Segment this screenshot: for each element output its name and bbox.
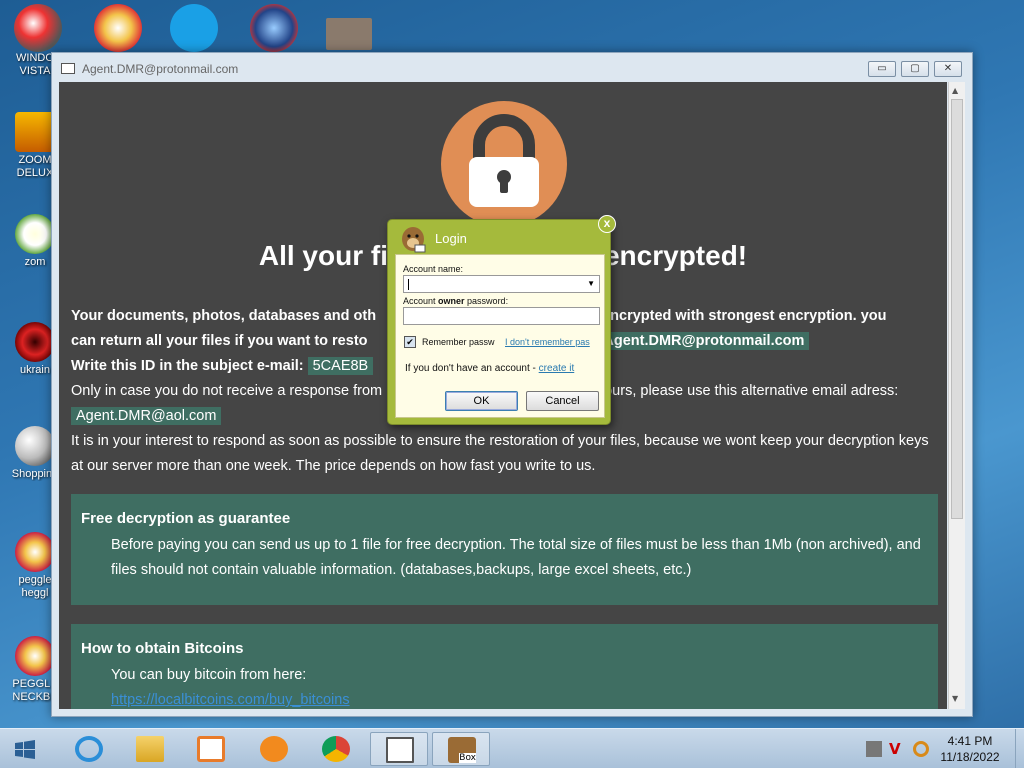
panel-body: You can buy bitcoin from here: [111, 667, 307, 683]
peggle-top-icon[interactable] [14, 4, 62, 52]
media-player-icon [197, 736, 225, 762]
flash-icon [15, 426, 55, 466]
text-caret [408, 279, 409, 290]
panel-body: Before paying you can send us up to 1 fi… [111, 537, 921, 578]
password-label-post: password: [464, 296, 509, 306]
scroll-down-icon[interactable]: ▼ [952, 694, 958, 703]
flower-icon [15, 214, 55, 254]
body-line-1b: encrypted with strongest encryption. you [602, 308, 887, 324]
ie-icon [75, 736, 103, 762]
chrome-icon [322, 736, 350, 762]
ok-button[interactable]: OK [445, 391, 518, 411]
window-icon [61, 63, 75, 74]
forgot-password-link[interactable]: I don't remember pas [505, 337, 603, 347]
window-title: Agent.DMR@protonmail.com [82, 62, 239, 76]
taskbar-app-window[interactable] [370, 732, 428, 766]
maximize-button[interactable]: ▢ [901, 61, 929, 77]
peggle-icon [15, 532, 55, 572]
login-form: Account name: ▼ Account owner password: … [395, 254, 605, 418]
search-tray-icon[interactable] [913, 741, 929, 757]
network-icon[interactable] [866, 741, 882, 757]
bitcoin-panel: How to obtain Bitcoins You can buy bitco… [71, 624, 938, 709]
scroll-up-icon[interactable]: ▲ [952, 86, 958, 95]
clock-time: 4:41 PM [947, 734, 993, 748]
radiation-icon [15, 322, 55, 362]
peggle-icon [15, 636, 55, 676]
taskbar-ie[interactable] [60, 732, 118, 766]
login-close-button[interactable]: x [598, 215, 616, 233]
file-explorer-icon [136, 736, 164, 762]
primary-email[interactable]: Agent.DMR@protonmail.com [598, 332, 810, 350]
headline-left: All your fi [258, 240, 388, 271]
body-line-3: Write this ID in the subject e-mail: [71, 358, 304, 374]
box-label: Box [459, 753, 476, 763]
lock-icon [441, 101, 567, 227]
window-titlebar[interactable]: Agent.DMR@protonmail.com ▭ ▢ ✕ [52, 53, 972, 83]
system-clock[interactable]: 4:41 PM 11/18/2022 [936, 733, 1004, 765]
start-button[interactable] [14, 739, 36, 761]
dropdown-arrow-icon[interactable]: ▼ [587, 279, 595, 288]
victim-id[interactable]: 5CAE8B [307, 357, 374, 375]
taskbar-box[interactable]: Box [432, 732, 490, 766]
photo-icon[interactable] [326, 18, 372, 50]
taskbar-media-player[interactable] [182, 732, 240, 766]
no-account-label: If you don't have an account - [405, 363, 539, 374]
taskbar-ucbrowser[interactable] [245, 732, 303, 766]
skype-icon[interactable] [170, 4, 218, 52]
vertical-scrollbar[interactable]: ▲ ▼ [948, 82, 965, 709]
box-icon: Box [448, 737, 476, 763]
show-desktop-button[interactable] [1015, 729, 1024, 768]
cancel-button[interactable]: Cancel [526, 391, 599, 411]
dog-icon [400, 225, 426, 253]
account-name-field[interactable]: ▼ [403, 275, 600, 293]
password-field[interactable] [403, 307, 600, 325]
taskbar: Box V 4:41 PM 11/18/2022 [0, 728, 1024, 768]
bitcoin-link[interactable]: https://localbitcoins.com/buy_bitcoins [111, 688, 928, 709]
no-account-text: If you don't have an account - create it [405, 363, 574, 374]
body-line-4a: Only in case you do not receive a respon… [71, 383, 383, 399]
body-paragraph-5: It is in your interest to respond as soo… [71, 433, 929, 474]
password-label-bold: owner [438, 296, 465, 306]
headline-right: encrypted! [603, 240, 748, 271]
panel-title: Free decryption as guarantee [81, 510, 291, 527]
password-label-pre: Account [403, 296, 439, 306]
clock-date: 11/18/2022 [940, 750, 1000, 764]
alternative-email[interactable]: Agent.DMR@aol.com [71, 407, 222, 425]
free-decryption-panel: Free decryption as guarantee Before payi… [71, 494, 938, 605]
taskbar-explorer[interactable] [121, 732, 179, 766]
peggle-icon[interactable] [94, 4, 142, 52]
password-label: Account owner password: [403, 296, 508, 306]
login-title: Login [435, 231, 467, 246]
remember-label: Remember passw [422, 337, 495, 347]
scrollbar-thumb[interactable] [951, 99, 963, 519]
body-line-4b: ours, please use this alternative email … [604, 383, 899, 399]
login-dialog: Login x Account name: ▼ Account owner pa… [387, 215, 616, 425]
remember-checkbox[interactable]: ✔ [404, 336, 416, 348]
body-line-2a: can return all your files if you want to… [71, 333, 368, 349]
ucbrowser-icon [260, 736, 288, 762]
app-window-icon [386, 737, 414, 763]
zoom-icon [15, 112, 55, 152]
taskbar-chrome[interactable] [307, 732, 365, 766]
body-line-1a: Your documents, photos, databases and ot… [71, 308, 377, 324]
account-name-label: Account name: [403, 264, 464, 274]
antivirus-icon[interactable]: V [889, 741, 905, 757]
globe-icon[interactable] [250, 4, 298, 52]
close-button[interactable]: ✕ [934, 61, 962, 77]
create-account-link[interactable]: create it [539, 363, 575, 374]
panel-title: How to obtain Bitcoins [81, 640, 244, 657]
minimize-button[interactable]: ▭ [868, 61, 896, 77]
